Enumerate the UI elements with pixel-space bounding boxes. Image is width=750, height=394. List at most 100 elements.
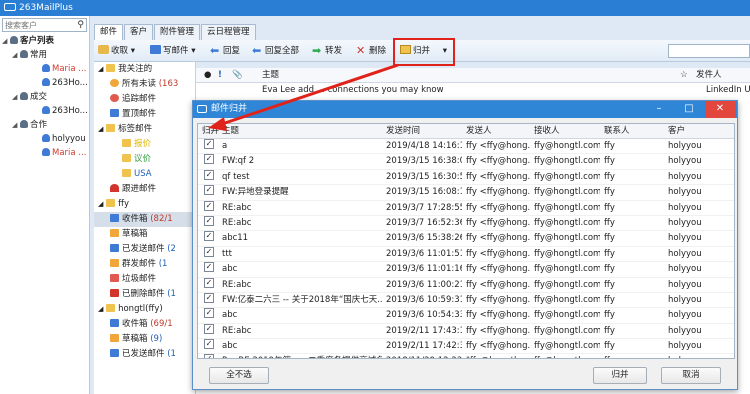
archive-row[interactable]: ✓ FW:异地登录提醒 2019/3/15 16:08:13 ffy <ffy@hon… [198,185,734,201]
col-customer[interactable]: 客户 [668,124,728,139]
row-checkbox[interactable]: ✓ [204,169,214,180]
cancel-button[interactable]: 取消 [661,367,721,384]
archive-row[interactable]: ✓ FW:亿泰二六三 -- 关于2018年“国庆七天... 2019/3/6 10:… [198,292,734,309]
collapse-icon[interactable]: ◢ [98,200,103,208]
attachment-icon[interactable]: 📎 [232,68,243,83]
forward-button[interactable]: ➡ 转发 [312,44,342,58]
row-checkbox[interactable]: ✓ [204,200,214,211]
folder-tracking[interactable]: 追踪邮件 [94,92,195,107]
row-checkbox[interactable]: ✓ [204,231,214,242]
collapse-icon[interactable]: ◢ [12,90,20,104]
delete-button[interactable]: ✕ 删除 [356,44,386,58]
dropdown-icon[interactable]: ▾ [191,46,195,56]
mail-search-input[interactable] [668,44,750,58]
folder-sent[interactable]: 已发送邮件 (1 [94,347,195,362]
tag-item[interactable]: USA [94,167,195,182]
folder-favorites[interactable]: ◢ 我关注的 [94,62,195,77]
row-checkbox[interactable]: ✓ [204,292,214,303]
collapse-icon[interactable]: ◢ [98,65,103,73]
folder-deleted[interactable]: 已删除邮件 (1 [94,287,195,302]
archive-row[interactable]: ✓ abc 2019/3/6 11:01:16 ffy <ffy@hong... ffy… [198,262,734,278]
contact-item[interactable]: 263Ho... [0,76,89,90]
archive-confirm-button[interactable]: 归并 [593,367,647,384]
archive-row[interactable]: ✓ RE:abc 2019/3/7 16:52:36 ffy <ffy@hong...… [198,215,734,232]
account-ffy[interactable]: ◢ ffy [94,197,195,212]
row-checkbox[interactable]: ✓ [204,308,214,319]
row-checkbox[interactable]: ✓ [204,154,214,165]
folder-drafts[interactable]: 草稿箱 [94,227,195,242]
minimize-icon[interactable]: – [647,101,671,118]
archive-row[interactable]: ✓ abc 2019/2/11 17:42:34 ffy <ffy@hong... ff… [198,339,734,355]
tab-mail[interactable]: 邮件 [94,24,124,40]
folder-tagged[interactable]: ◢ 标签邮件 [94,122,195,137]
folder-unread[interactable]: 所有未读 (163 [94,77,195,92]
collapse-icon[interactable]: ◢ [12,48,20,62]
tag-item[interactable]: 报价 [94,137,195,152]
message-row[interactable]: Eva Lee add ... connections you may know… [196,83,750,97]
folder-sent[interactable]: 已发送邮件 (2 [94,242,195,257]
archive-row[interactable]: ✓ RE:abc 2019/3/6 11:00:21 ffy <ffy@hong...… [198,277,734,293]
row-checkbox[interactable]: ✓ [204,323,214,334]
row-checkbox[interactable]: ✓ [204,262,214,273]
collapse-icon[interactable]: ◢ [2,34,10,48]
sender-column-header[interactable]: 发件人 [696,68,722,83]
close-icon[interactable]: ✕ [705,101,735,118]
contacts-root[interactable]: ◢ 客户列表 [0,34,89,48]
reply-button[interactable]: ⬅ 回复 [210,44,240,58]
col-date[interactable]: 发送时间 [386,124,462,139]
group-deals[interactable]: ◢ 成交 [0,90,89,104]
contact-item[interactable]: 263Ho... [0,104,89,118]
collapse-icon[interactable]: ◢ [98,125,103,133]
col-subject[interactable]: 主题 [222,124,382,139]
row-checkbox[interactable]: ✓ [204,246,214,257]
reply-all-button[interactable]: ⬅ 回复全部 [252,44,299,58]
archive-row[interactable]: ✓ RE:abc 2019/3/7 17:28:55 ffy <ffy@hong...… [198,200,734,216]
subject-column-header[interactable]: 主题 [262,68,279,83]
contact-item[interactable]: Maria ... [0,62,89,76]
deselect-all-button[interactable]: 全不选 [209,367,269,384]
collapse-icon[interactable]: ◢ [98,305,103,313]
col-contact[interactable]: 联系人 [604,124,664,139]
archive-row[interactable]: ✓ abc 2019/3/6 10:54:33 ffy <ffy@hong... ffy… [198,308,734,324]
tab-calendar[interactable]: 云日程管理 [201,24,256,40]
important-icon[interactable]: ! [218,68,222,83]
row-checkbox[interactable]: ✓ [204,185,214,196]
group-frequent[interactable]: ◢ 常用 [0,48,89,62]
maximize-icon[interactable]: □ [677,101,701,118]
archive-row[interactable]: ✓ FW:qf 2 2019/3/15 16:38:03 ffy <ffy@hong.… [198,154,734,170]
account-hongtl[interactable]: ◢ hongtl(ffy) [94,302,195,317]
folder-pinned[interactable]: 置顶邮件 [94,107,195,122]
archive-row[interactable]: ✓ qf test 2019/3/15 16:30:55 ffy <ffy@hong.… [198,169,734,186]
col-from[interactable]: 发送人 [466,124,530,139]
folder-spam[interactable]: 垃圾邮件 [94,272,195,287]
row-checkbox[interactable]: ✓ [204,339,214,350]
tag-item[interactable]: 议价 [94,152,195,167]
archive-row[interactable]: ✓ RE:abc 2019/2/11 17:43:12 ffy <ffy@hong..… [198,323,734,340]
folder-bulk[interactable]: 群发邮件 (1 [94,257,195,272]
group-partners[interactable]: ◢ 合作 [0,118,89,132]
col-to[interactable]: 接收人 [534,124,600,139]
folder-drafts[interactable]: 草稿箱 (9) [94,332,195,347]
folder-followup[interactable]: 跟进邮件 [94,182,195,197]
tab-attachments[interactable]: 附件管理 [154,24,201,40]
customer-search-input[interactable] [3,19,75,31]
archive-row[interactable]: ✓ abc11 2019/3/6 15:38:26 ffy <ffy@hong... f… [198,231,734,247]
archive-row[interactable]: ✓ a 2019/4/18 14:16:14 ffy <ffy@hong... ffy@… [198,139,734,155]
contact-item[interactable]: holyyou [0,132,89,146]
row-checkbox[interactable]: ✓ [204,139,214,149]
tab-customers[interactable]: 客户 [124,24,154,40]
contact-item[interactable]: Maria ... [0,146,89,160]
collapse-icon[interactable]: ◢ [12,118,20,132]
folder-inbox[interactable]: 收件箱 (82/1 [94,212,195,227]
star-icon[interactable]: ☆ [680,68,688,83]
row-checkbox[interactable]: ✓ [204,354,214,358]
row-checkbox[interactable]: ✓ [204,277,214,288]
folder-inbox[interactable]: 收件箱 (69/1 [94,317,195,332]
col-archive[interactable]: 归并 [202,124,222,139]
receive-button[interactable]: 收取 ▾ [98,44,135,58]
unread-dot-icon[interactable]: ● [204,68,211,83]
write-mail-button[interactable]: 写邮件 ▾ [150,44,196,58]
archive-row[interactable]: ✓ ttt 2019/3/6 11:01:51 ffy <ffy@hong... ffy… [198,246,734,263]
search-icon[interactable]: ⚲ [77,20,84,30]
dropdown-icon[interactable]: ▾ [131,46,135,56]
